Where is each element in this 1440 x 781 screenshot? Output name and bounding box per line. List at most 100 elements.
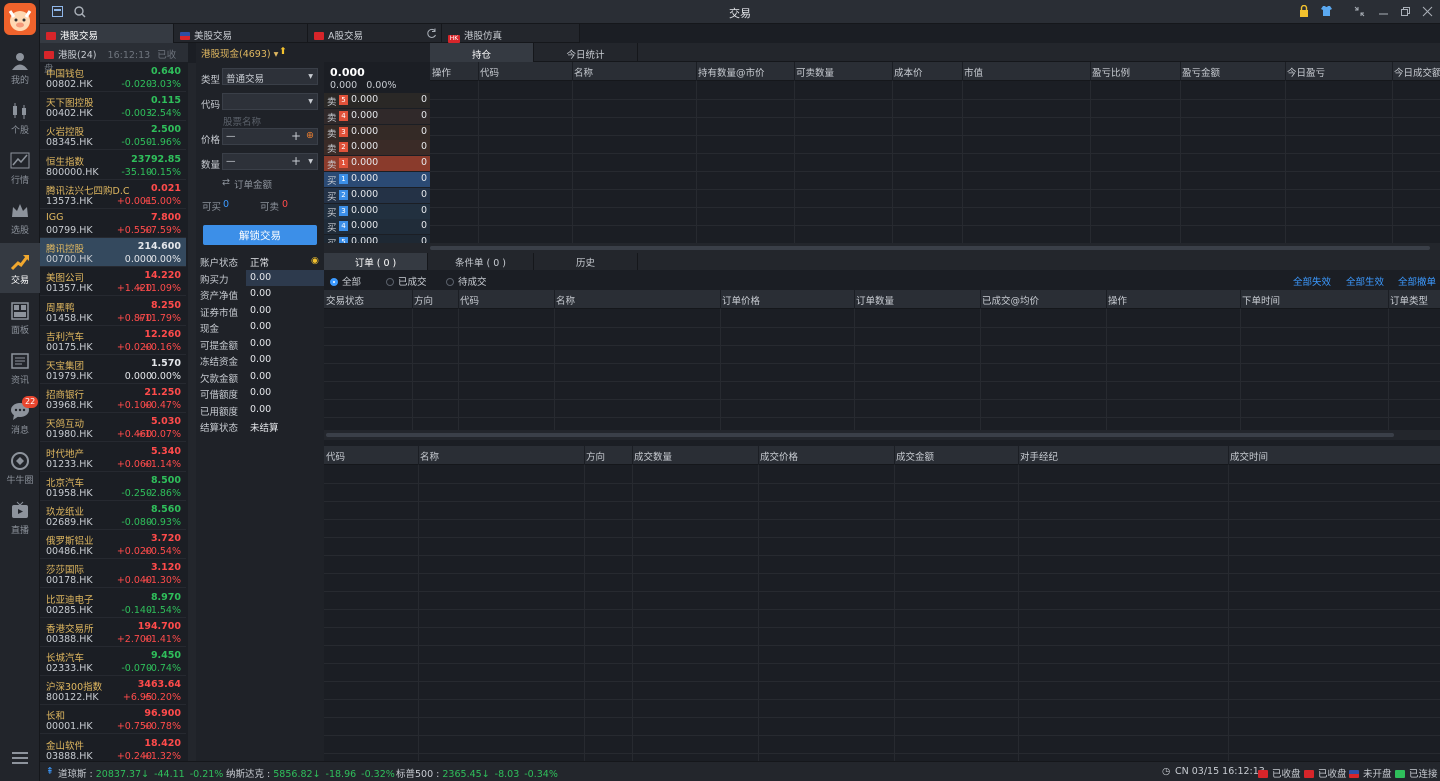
tab-a-share-trade[interactable]: A股交易 [308, 24, 442, 43]
watchlist-row[interactable]: 北京汽车 01958.HK 8.500 -0.250 -2.86% [40, 472, 186, 501]
column-header[interactable]: 成交数量 [634, 449, 672, 463]
column-header[interactable]: 订单数量 [856, 293, 894, 307]
restore-icon[interactable] [1400, 6, 1411, 20]
plus-icon[interactable]: + [291, 154, 301, 168]
watchlist-row[interactable]: 招商银行 03968.HK 21.250 +0.100 +0.47% [40, 384, 186, 414]
ask-level[interactable]: 卖 2 0.000 0 [324, 140, 430, 156]
filter-pending[interactable]: 待成交 [446, 274, 487, 288]
tab-conditional-orders[interactable]: 条件单 ( 0 ) [428, 253, 534, 270]
column-header[interactable]: 操作 [432, 65, 451, 79]
column-header[interactable]: 下单时间 [1242, 293, 1280, 307]
watchlist-row[interactable]: 美图公司 01357.HK 14.220 +1.420 +11.09% [40, 267, 186, 297]
tab-today-stats[interactable]: 今日统计 [534, 43, 638, 62]
column-header[interactable]: 可卖数量 [796, 65, 834, 79]
refresh-icon[interactable] [426, 28, 437, 42]
chevron-down-icon[interactable]: ▾ [308, 156, 313, 167]
qty-stepper[interactable]: — + ▾ [222, 153, 318, 170]
column-header[interactable]: 今日成交额 [1394, 65, 1440, 79]
column-header[interactable]: 名称 [574, 65, 593, 79]
eye-icon[interactable]: ◉ [311, 256, 319, 266]
column-header[interactable]: 盈亏金额 [1182, 65, 1220, 79]
column-header[interactable]: 盈亏比例 [1092, 65, 1130, 79]
tab-orders[interactable]: 订单 ( 0 ) [324, 253, 428, 270]
tab-hk-simulation[interactable]: HK 港股仿真 [442, 24, 580, 43]
column-header[interactable]: 成本价 [894, 65, 923, 79]
watchlist-row[interactable]: 沪深300指数 800122.HK 3463.64 +6.95 +0.20% [40, 676, 186, 706]
watchlist-row[interactable]: 周黑鸭 01458.HK 8.250 +0.870 +11.79% [40, 297, 186, 326]
sidebar-item-chart-line[interactable]: 行情 [0, 143, 40, 193]
watchlist-row[interactable]: 香港交易所 00388.HK 194.700 +2.700 +1.41% [40, 618, 186, 647]
sidebar-item-crown[interactable]: 选股 [0, 193, 40, 243]
sidebar-item-panel[interactable]: 面板 [0, 293, 40, 343]
tab-history[interactable]: 历史 [534, 253, 638, 270]
target-icon[interactable]: ⊕ [306, 130, 314, 141]
watchlist-row[interactable]: 腾讯法兴七四购D.C 13573.HK 0.021 +0.001 +5.00% [40, 180, 186, 209]
column-header[interactable]: 名称 [420, 449, 439, 463]
column-header[interactable]: 订单价格 [722, 293, 760, 307]
column-header[interactable]: 对手经纪 [1020, 449, 1058, 463]
tab-positions[interactable]: 持仓 [430, 43, 534, 62]
column-header[interactable]: 方向 [586, 449, 605, 463]
sidebar-item-news[interactable]: 资讯 [0, 343, 40, 393]
account-selector[interactable]: 港股现金(4693) ▾ [201, 46, 278, 60]
sidebar-item-trade[interactable]: 交易 [0, 243, 40, 293]
watchlist-row[interactable]: 长城汽车 02333.HK 9.450 -0.070 -0.74% [40, 647, 186, 676]
minus-icon[interactable]: — [226, 131, 236, 142]
type-select[interactable]: 普通交易 ▾ [222, 68, 318, 85]
sidebar-item-candlestick[interactable]: 个股 [0, 93, 40, 143]
ask-level[interactable]: 卖 4 0.000 0 [324, 108, 430, 124]
column-header[interactable]: 市值 [964, 65, 983, 79]
enable-all-button[interactable]: 全部生效 [1346, 274, 1384, 288]
code-input[interactable]: ▾ [222, 93, 318, 110]
watchlist-row[interactable]: 金山软件 03888.HK 18.420 +0.240 +1.32% [40, 735, 186, 764]
sidebar-item-community[interactable]: 牛牛圈 [0, 443, 40, 493]
tab-hk-trade[interactable]: 港股交易 [40, 24, 174, 43]
watchlist-row[interactable]: 莎莎国际 00178.HK 3.120 +0.040 +1.30% [40, 559, 186, 589]
column-header[interactable]: 今日盈亏 [1287, 65, 1325, 79]
sidebar-item-user[interactable]: 我的 [0, 43, 40, 93]
watchlist-row[interactable]: 天宝集团 01979.HK 1.570 0.000 0.00% [40, 355, 186, 384]
watchlist-row[interactable]: IGG 00799.HK 7.800 +0.550 +7.59% [40, 209, 186, 238]
bid-level[interactable]: 买 1 0.000 0 [324, 172, 430, 187]
ask-level[interactable]: 卖 3 0.000 0 [324, 124, 430, 140]
watchlist-row[interactable]: 玖龙纸业 02689.HK 8.560 -0.080 -0.93% [40, 501, 186, 530]
column-header[interactable]: 方向 [414, 293, 433, 307]
watchlist-row[interactable]: 天鸽互动 01980.HK 5.030 +0.460 +10.07% [40, 413, 186, 443]
column-header[interactable]: 代码 [326, 449, 345, 463]
watchlist-row[interactable]: 腾讯控股 00700.HK 214.600 0.000 0.00% [40, 238, 186, 268]
watchlist-row[interactable]: 吉利汽车 00175.HK 12.260 +0.020 +0.16% [40, 326, 186, 355]
lock-icon[interactable] [1299, 4, 1309, 20]
bid-level[interactable]: 买 2 0.000 0 [324, 187, 430, 203]
price-stepper[interactable]: — + ⊕ [222, 128, 318, 145]
ask-level[interactable]: 卖 1 0.000 0 [324, 156, 430, 172]
upload-icon[interactable]: ⬆ [279, 46, 287, 57]
orders-scrollbar[interactable] [324, 430, 1440, 440]
watchlist-row[interactable]: 俄罗斯铝业 00486.HK 3.720 +0.020 +0.54% [40, 530, 186, 560]
column-header[interactable]: 已成交@均价 [982, 293, 1039, 307]
watchlist-row[interactable]: 恒生指数 800000.HK 23792.85 -35.10 -0.15% [40, 151, 186, 180]
column-header[interactable]: 操作 [1108, 293, 1127, 307]
watchlist-row[interactable]: 中国钱包 00802.HK 0.640 -0.020 -3.03% [40, 63, 186, 92]
ask-level[interactable]: 卖 5 0.000 0 [324, 93, 430, 108]
shirt-icon[interactable] [1320, 5, 1333, 20]
column-header[interactable]: 代码 [480, 65, 499, 79]
column-header[interactable]: 名称 [556, 293, 575, 307]
watchlist-header[interactable]: 港股(24) 16:12:13 已收盘 [40, 43, 188, 75]
sidebar-item-live[interactable]: 直播 [0, 493, 40, 543]
filter-filled[interactable]: 已成交 [386, 274, 427, 288]
plus-icon[interactable]: + [291, 129, 301, 143]
watchlist-scrollbar[interactable] [188, 63, 196, 765]
watchlist-row[interactable]: 比亚迪电子 00285.HK 8.970 -0.140 -1.54% [40, 589, 186, 618]
shrink-icon[interactable] [1354, 6, 1365, 20]
column-header[interactable]: 成交金额 [896, 449, 934, 463]
column-header[interactable]: 成交时间 [1230, 449, 1268, 463]
minus-icon[interactable]: — [226, 156, 236, 167]
bid-level[interactable]: 买 4 0.000 0 [324, 219, 430, 235]
menu-icon[interactable] [12, 752, 28, 764]
column-header[interactable]: 代码 [460, 293, 479, 307]
cancel-all-button[interactable]: 全部撤单 [1398, 274, 1436, 288]
close-icon[interactable] [1422, 6, 1433, 20]
positions-scrollbar[interactable] [430, 243, 1440, 253]
watchlist-row[interactable]: 时代地产 01233.HK 5.340 +0.060 +1.14% [40, 443, 186, 472]
minimize-icon[interactable] [1378, 6, 1389, 20]
